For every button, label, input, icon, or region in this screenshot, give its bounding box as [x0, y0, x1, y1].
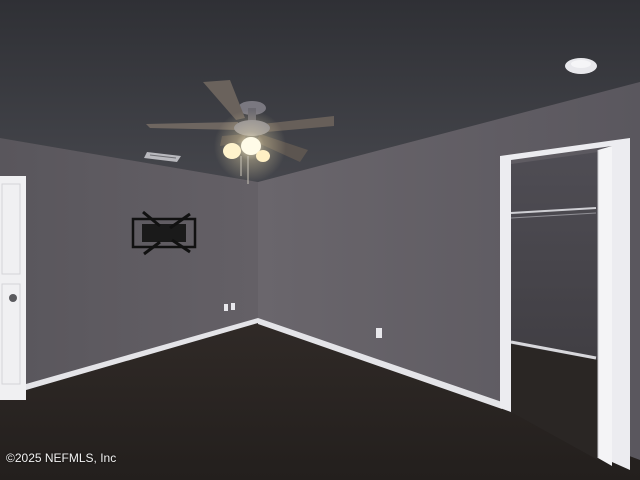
closet-door [598, 146, 612, 466]
door-knob [9, 294, 17, 302]
tv-wall-mount [131, 210, 197, 256]
left-door [0, 176, 26, 400]
bedroom-photo: ©2025 NEFMLS, Inc [0, 0, 640, 480]
outlet-left-1 [224, 304, 228, 311]
room-illustration [0, 0, 640, 480]
fan-light-1 [223, 143, 241, 159]
outlet-right [376, 328, 382, 338]
outlet-left-2 [231, 303, 235, 310]
copyright-watermark: ©2025 NEFMLS, Inc [6, 451, 117, 465]
fan-light-3 [256, 150, 270, 162]
